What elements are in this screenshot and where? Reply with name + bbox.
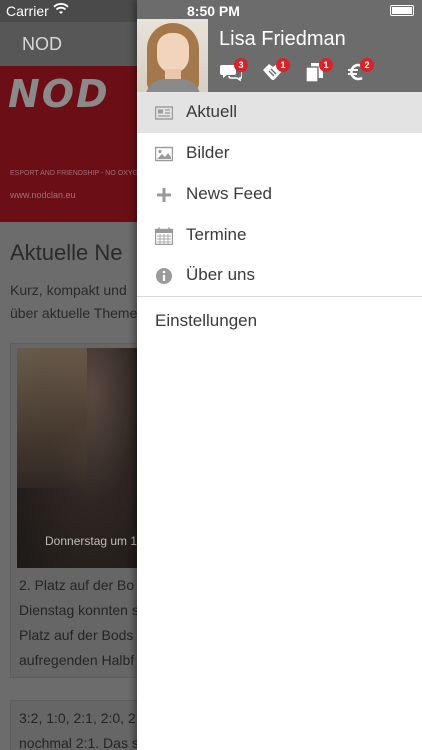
image-icon	[154, 145, 174, 163]
news-card-text: 3:2, 1:0, 2:1, 2:0, 2	[19, 710, 136, 726]
settings-item[interactable]: Einstellungen	[137, 303, 422, 339]
handshake-icon[interactable]: 1	[262, 58, 290, 84]
banner-image: NOD ESPORT AND FRIENDSHIP - NO OXYG www.…	[0, 66, 140, 222]
info-icon	[155, 267, 173, 285]
menu-item-ueber-uns[interactable]: Über uns	[137, 255, 422, 296]
menu-item-label: Termine	[186, 225, 247, 244]
chat-icon[interactable]: 3	[220, 58, 248, 84]
euro-badge: 2	[360, 58, 374, 72]
menu-item-bilder[interactable]: Bilder	[137, 133, 422, 174]
copy-badge: 1	[319, 58, 333, 72]
user-name[interactable]: Lisa Friedman	[219, 28, 346, 51]
news-card-text: nochmal 2:1. Das s	[19, 735, 139, 750]
menu-item-label: Bilder	[186, 143, 230, 162]
carrier-label: Carrier	[6, 3, 49, 19]
menu-item-aktuell[interactable]: Aktuell	[137, 92, 422, 133]
news-card-caption: Donnerstag um 1	[45, 534, 138, 548]
menu-item-label: Aktuell	[186, 102, 238, 121]
news-card-text: Platz auf der Bods	[19, 627, 134, 643]
status-time: 8:50 PM	[187, 3, 240, 19]
news-card-text: aufregenden Halbf	[19, 652, 135, 668]
battery-icon	[390, 5, 414, 16]
wifi-icon	[53, 2, 69, 19]
avatar[interactable]	[137, 19, 208, 92]
side-drawer: 8:50 PM Lisa Friedman 3 1 1 2 Aktuell Bi…	[137, 0, 422, 750]
news-card-text: 2. Platz auf der Bo	[19, 577, 135, 593]
news-intro-line: über aktuelle Theme	[10, 305, 138, 321]
menu-item-news-feed[interactable]: News Feed	[137, 174, 422, 215]
menu-item-termine[interactable]: Termine	[137, 215, 422, 256]
chat-badge: 3	[234, 58, 248, 72]
drawer-header: 8:50 PM Lisa Friedman 3 1 1 2	[137, 0, 422, 92]
plus-icon	[155, 186, 173, 204]
banner-logo: NOD	[8, 72, 110, 116]
banner-url: www.nodclan.eu	[10, 190, 76, 200]
news-card[interactable]: Donnerstag um 1 2. Platz auf der Bo Dien…	[10, 343, 141, 678]
euro-icon[interactable]: 2	[346, 58, 374, 84]
settings-label: Einstellungen	[155, 311, 258, 330]
menu-item-label: News Feed	[186, 184, 272, 203]
banner-tagline: ESPORT AND FRIENDSHIP - NO OXYG	[10, 170, 138, 177]
menu-divider	[137, 296, 422, 297]
news-intro-line: Kurz, kompakt und	[10, 282, 127, 298]
news-heading: Aktuelle Ne	[10, 240, 123, 265]
copy-icon[interactable]: 1	[305, 58, 333, 84]
news-card-text: Dienstag konnten s	[19, 602, 139, 618]
nav-title: NOD	[22, 34, 62, 54]
newspaper-icon	[154, 104, 174, 122]
menu-item-label: Über uns	[186, 265, 255, 284]
calendar-icon	[154, 227, 174, 246]
news-card[interactable]: 3:2, 1:0, 2:1, 2:0, 2 nochmal 2:1. Das s	[10, 700, 140, 750]
handshake-badge: 1	[276, 58, 290, 72]
